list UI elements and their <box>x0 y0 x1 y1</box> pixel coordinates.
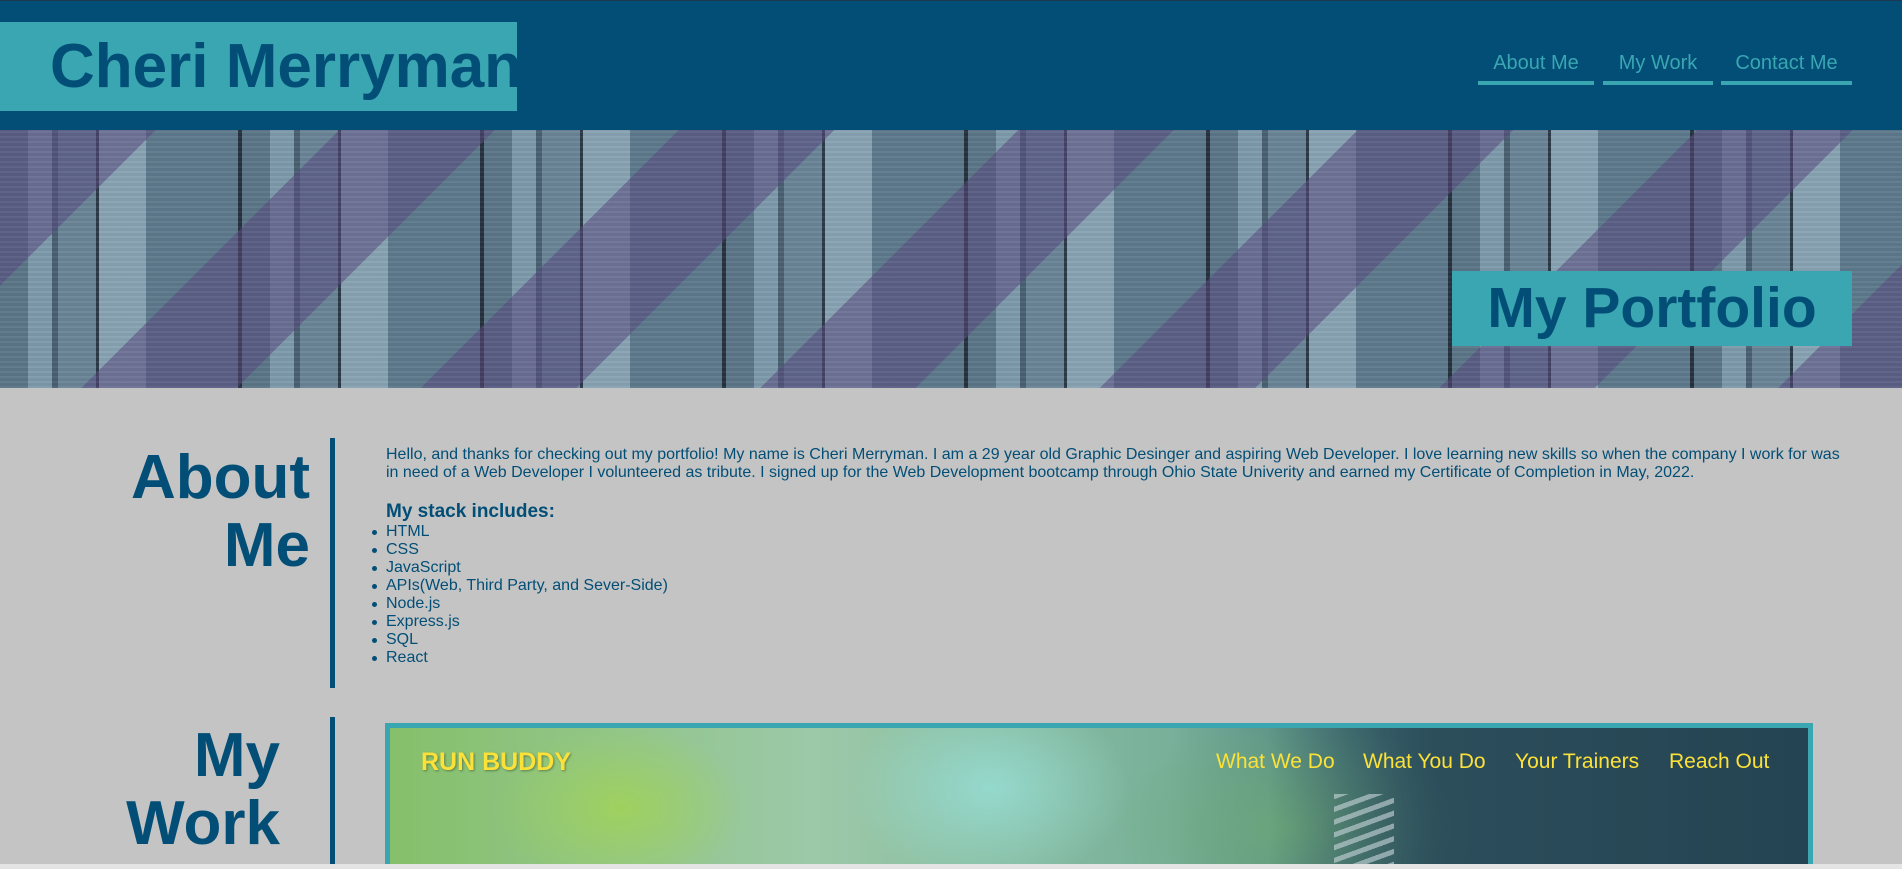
project-image-detail <box>1334 794 1394 864</box>
about-title-line1: About <box>130 443 310 512</box>
stack-item: APIs(Web, Third Party, and Sever-Side) <box>372 577 668 594</box>
stack-item: React <box>372 649 668 667</box>
stack-item: SQL <box>372 631 668 649</box>
nav-contact-me[interactable]: Contact Me <box>1721 47 1852 85</box>
work-title: My Work <box>80 722 280 858</box>
stack-item: CSS <box>372 541 668 559</box>
hero-title: My Portfolio <box>1452 271 1852 346</box>
project-card-run-buddy[interactable]: RUN BUDDY What We Do What You Do Your Tr… <box>385 723 1813 869</box>
nav-my-work[interactable]: My Work <box>1603 47 1713 85</box>
hero-banner: My Portfolio <box>0 130 1902 388</box>
about-paragraph: Hello, and thanks for checking out my po… <box>386 446 1840 481</box>
work-title-line1: My <box>193 721 280 790</box>
work-divider <box>330 717 335 869</box>
stack-heading: My stack includes: <box>386 501 555 522</box>
site-header: Cheri Merryman About Me My Work Contact … <box>0 0 1902 130</box>
horizontal-scrollbar[interactable] <box>0 864 1902 869</box>
stack-item: Node.js <box>372 595 668 613</box>
stack-item: Express.js <box>372 613 668 631</box>
project-nav-your-trainers[interactable]: Your Trainers <box>1515 750 1639 774</box>
site-brand: Cheri Merryman <box>0 22 522 111</box>
nav-about-me[interactable]: About Me <box>1478 47 1594 85</box>
work-title-line2: Work <box>126 789 280 858</box>
project-nav-reach-out[interactable]: Reach Out <box>1669 750 1769 774</box>
about-title-line2: Me <box>223 511 310 580</box>
stack-item: HTML <box>372 523 668 541</box>
project-brand: RUN BUDDY <box>421 748 571 776</box>
stack-list: HTML CSS JavaScript APIs(Web, Third Part… <box>372 523 668 667</box>
project-nav-what-we-do[interactable]: What We Do <box>1216 750 1335 774</box>
project-nav-what-you-do[interactable]: What You Do <box>1363 750 1486 774</box>
about-divider <box>330 438 335 688</box>
stack-item: JavaScript <box>372 559 668 577</box>
about-title: About Me <box>100 444 310 580</box>
